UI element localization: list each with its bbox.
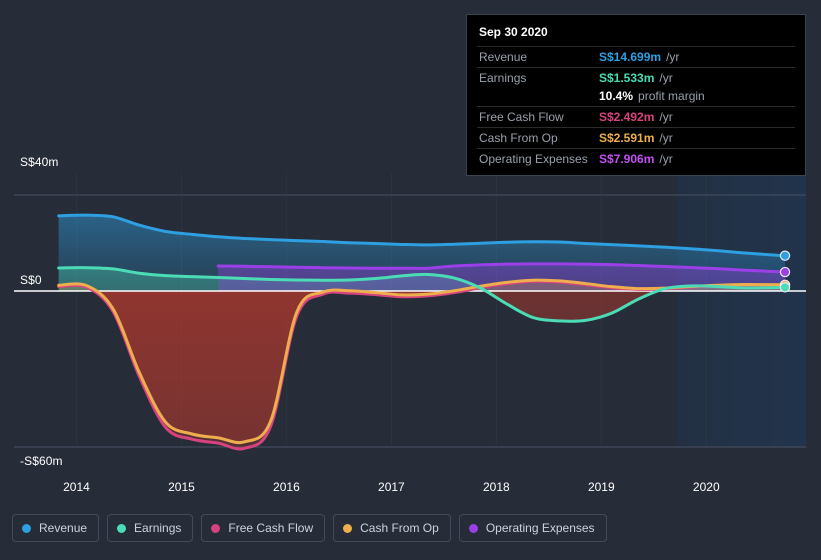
x-axis-tick-label: 2015 — [168, 480, 195, 494]
legend-color-dot-icon — [211, 523, 221, 533]
tooltip-row-free-cash-flow: Free Cash Flow S$2.492m/yr — [477, 106, 795, 127]
legend-item-free-cash-flow[interactable]: Free Cash Flow — [201, 514, 326, 542]
tooltip-row-unit: /yr — [666, 50, 680, 64]
x-axis: 2014 2015 2016 2017 2018 2019 2020 — [0, 480, 821, 502]
tooltip-row-operating-expenses: Operating Expenses S$7.906m/yr — [477, 148, 795, 169]
chart-tooltip: Sep 30 2020 Revenue S$14.699m/yr Earnings S… — [466, 14, 806, 176]
area-cash-from-op-negative — [58, 291, 786, 443]
x-axis-tick-label: 2019 — [587, 480, 615, 494]
tooltip-row-key: Revenue — [479, 50, 528, 64]
x-axis-tick-label: 2017 — [378, 480, 405, 494]
tooltip-row-value: S$1.533m — [599, 71, 655, 85]
chart-canvas[interactable] — [0, 155, 821, 475]
tooltip-profit-margin-value: 10.4% — [599, 89, 634, 103]
tooltip-row-value: S$7.906m — [599, 152, 655, 166]
tooltip-row-unit: /yr — [659, 71, 673, 85]
x-axis-tick-label: 2018 — [482, 480, 510, 494]
chart-legend: Revenue Earnings Free Cash Flow Cash From O… — [12, 514, 607, 542]
endpoint-marker-earnings[interactable] — [779, 282, 791, 293]
earnings-and-revenue-chart: S$40m S$0 -S$60m 2014 2015 2016 2017 2018 201… — [0, 0, 821, 560]
tooltip-row-unit: /yr — [659, 110, 673, 124]
legend-item-label: Earnings — [134, 521, 182, 535]
tooltip-row-revenue: Revenue S$14.699m/yr — [477, 46, 795, 67]
legend-color-dot-icon — [22, 523, 31, 533]
x-axis-tick-label: 2014 — [63, 480, 90, 494]
legend-color-dot-icon — [117, 523, 127, 533]
tooltip-row-profit-margin: 10.4% profit margin — [477, 88, 795, 106]
plot-area — [0, 155, 821, 475]
forecast-region — [676, 173, 806, 447]
legend-color-dot-icon — [343, 523, 353, 533]
legend-color-dot-icon — [468, 523, 478, 533]
legend-item-operating-expenses[interactable]: Operating Expenses — [458, 514, 607, 542]
tooltip-row-unit: /yr — [659, 131, 673, 145]
tooltip-row-key: Cash From Op — [479, 131, 558, 145]
tooltip-row-unit: /yr — [659, 152, 673, 166]
endpoint-marker-operating_expenses[interactable] — [779, 266, 791, 278]
legend-item-label: Revenue — [39, 521, 88, 535]
legend-item-label: Cash From Op — [360, 521, 439, 535]
x-axis-tick-label: 2020 — [692, 480, 720, 494]
tooltip-row-key: Earnings — [479, 71, 527, 85]
tooltip-profit-margin-label: profit margin — [638, 89, 705, 103]
tooltip-row-value: S$2.492m — [599, 110, 655, 124]
legend-item-label: Free Cash Flow — [228, 521, 314, 535]
tooltip-row-key: Operating Expenses — [479, 152, 588, 166]
legend-item-label: Operating Expenses — [485, 521, 595, 535]
legend-item-earnings[interactable]: Earnings — [107, 514, 194, 542]
tooltip-row-earnings: Earnings S$1.533m/yr — [477, 67, 795, 88]
legend-item-revenue[interactable]: Revenue — [12, 514, 100, 542]
legend-item-cash-from-op[interactable]: Cash From Op — [333, 514, 451, 542]
tooltip-row-value: S$14.699m — [599, 50, 662, 64]
tooltip-rows: Revenue S$14.699m/yr Earnings S$1.533m/yr 10… — [477, 46, 795, 169]
endpoint-marker-revenue[interactable] — [779, 250, 791, 261]
x-axis-tick-label: 2016 — [273, 480, 300, 494]
tooltip-row-value: S$2.591m — [599, 131, 655, 145]
y-axis-label-bottom: -S$60m — [20, 454, 63, 468]
y-axis-label-top: S$40m — [20, 155, 59, 169]
tooltip-row-key: Free Cash Flow — [479, 110, 564, 124]
y-axis-label-zero: S$0 — [20, 273, 42, 287]
tooltip-date: Sep 30 2020 — [479, 25, 548, 39]
tooltip-row-cash-from-op: Cash From Op S$2.591m/yr — [477, 127, 795, 148]
